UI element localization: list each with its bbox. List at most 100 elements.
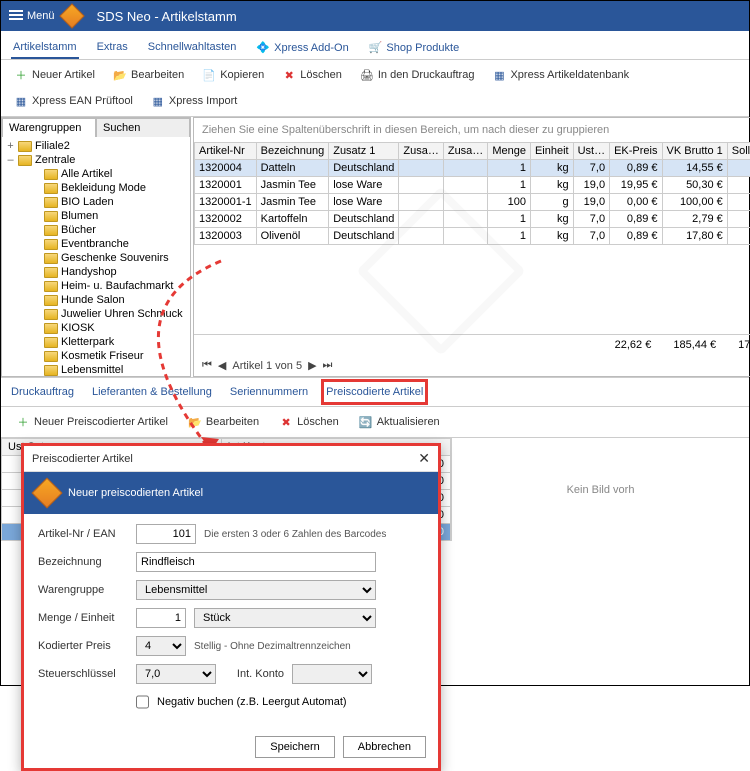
main-tab-4[interactable]: 🛒Shop Produkte	[367, 37, 461, 59]
toolbar-btn-0[interactable]: ＋Neuer Artikel	[7, 64, 102, 86]
tree-tab-warengruppen[interactable]: Warengruppen	[2, 118, 96, 137]
subtoolbar-btn-3[interactable]: 🔄Aktualisieren	[352, 411, 447, 433]
intk-label: Int. Konto	[224, 668, 284, 680]
grid-col-header[interactable]: Ust…	[573, 143, 610, 160]
kp-label: Kodierter Preis	[38, 640, 128, 652]
pager-prev-icon[interactable]: ◀	[218, 359, 226, 372]
toolbar-btn-5[interactable]: ▦Xpress Artikeldatenbank	[485, 64, 636, 86]
pager[interactable]: ⏮ ◀ Artikel 1 von 5 ▶ ⏭	[194, 355, 750, 376]
grid-col-header[interactable]: Zusatz 1	[329, 143, 399, 160]
tree-node[interactable]: Geschenke Souvenirs	[4, 251, 188, 265]
tree-node[interactable]: Lebensmittel	[4, 363, 188, 376]
tree-node[interactable]: Heim- u. Baufachmarkt	[4, 279, 188, 293]
grid-col-header[interactable]: Einheit	[530, 143, 573, 160]
table-row[interactable]: 1320001-1Jasmin Teelose Ware100g19,00,00…	[195, 194, 750, 211]
sub-tab-1[interactable]: Lieferanten & Bestellung	[92, 384, 212, 400]
dialog-header: Neuer preiscodierten Artikel	[68, 487, 203, 499]
tree-node[interactable]: Handyshop	[4, 265, 188, 279]
menu-button[interactable]: Menü	[9, 10, 55, 22]
menge-label: Menge / Einheit	[38, 612, 128, 624]
main-tabs: Artikelstamm Extras Schnellwahltasten 💠Xpre…	[1, 31, 749, 60]
intk-select[interactable]	[292, 664, 372, 684]
price-coded-dialog: Preiscodierter Artikel ✕ Neuer preiscodi…	[21, 443, 441, 771]
group-hint: Ziehen Sie eine Spaltenüberschrift in di…	[194, 118, 750, 142]
toolbar-btn-4[interactable]: 🖨In den Druckauftrag	[353, 64, 482, 86]
titlebar: Menü SDS Neo - Artikelstamm	[1, 1, 749, 31]
tree-node[interactable]: Kletterpark	[4, 335, 188, 349]
tree-node[interactable]: Blumen	[4, 209, 188, 223]
toolbar-btn-7[interactable]: ▦Xpress Import	[144, 90, 244, 112]
sub-tab-0[interactable]: Druckauftrag	[11, 384, 74, 400]
tree-node[interactable]: Eventbranche	[4, 237, 188, 251]
tree-panel: Warengruppen Suchen +Filiale2–ZentraleAl…	[1, 117, 191, 377]
save-button[interactable]: Speichern	[255, 736, 335, 758]
pager-last-icon[interactable]: ⏭	[323, 359, 333, 372]
pager-first-icon[interactable]: ⏮	[202, 359, 212, 372]
bez-input[interactable]	[136, 552, 376, 572]
grid-col-header[interactable]: Zusa…	[443, 143, 487, 160]
grid-col-header[interactable]: Bezeichnung	[256, 143, 329, 160]
menge-input[interactable]	[136, 608, 186, 628]
grid-col-header[interactable]: Soll…	[727, 143, 750, 160]
wg-select[interactable]: Lebensmittel	[136, 580, 376, 600]
pager-next-icon[interactable]: ▶	[308, 359, 316, 372]
kp-select[interactable]: 4	[136, 636, 186, 656]
subtoolbar-btn-0[interactable]: ＋Neuer Preiscodierter Artikel	[9, 411, 175, 433]
table-row[interactable]: 1320001Jasmin Teelose Ware1kg19,019,95 €…	[195, 177, 750, 194]
sub-toolbar: ＋Neuer Preiscodierter Artikel 📂Bearbeiten…	[1, 407, 749, 438]
app-title: SDS Neo - Artikelstamm	[97, 9, 237, 24]
sub-tab-2[interactable]: Seriennummern	[230, 384, 308, 400]
subtoolbar-btn-1[interactable]: 📂Bearbeiten	[181, 411, 266, 433]
tree-list[interactable]: +Filiale2–ZentraleAlle ArtikelBekleidung…	[2, 137, 190, 376]
wg-label: Warengruppe	[38, 584, 128, 596]
bez-label: Bezeichnung	[38, 556, 128, 568]
menu-label: Menü	[27, 10, 55, 22]
main-tab-0[interactable]: Artikelstamm	[11, 37, 79, 59]
grid-col-header[interactable]: Zusa…	[399, 143, 443, 160]
tree-node[interactable]: +Filiale2	[4, 139, 188, 153]
grid-col-header[interactable]: EK-Preis	[610, 143, 662, 160]
tree-node[interactable]: Bücher	[4, 223, 188, 237]
dialog-logo-icon	[31, 477, 62, 508]
grid-col-header[interactable]: Artikel-Nr	[195, 143, 257, 160]
dialog-window-title: Preiscodierter Artikel	[32, 453, 133, 465]
tree-node[interactable]: Kosmetik Friseur	[4, 349, 188, 363]
st-label: Steuerschlüssel	[38, 668, 128, 680]
toolbar-btn-3[interactable]: ✖Löschen	[275, 64, 349, 86]
tree-node[interactable]: Juwelier Uhren Schmuck	[4, 307, 188, 321]
main-tab-1[interactable]: Extras	[95, 37, 130, 59]
sub-tab-3[interactable]: Preiscodierte Artikel	[326, 384, 423, 400]
neg-checkbox[interactable]	[136, 692, 149, 712]
table-row[interactable]: 1320004DattelnDeutschland1kg7,00,89 €14,…	[195, 160, 750, 177]
tree-tabs: Warengruppen Suchen	[2, 118, 190, 137]
app-logo-icon	[59, 3, 84, 28]
subtoolbar-btn-2[interactable]: ✖Löschen	[272, 411, 346, 433]
artnr-label: Artikel-Nr / EAN	[38, 528, 128, 540]
main-tab-2[interactable]: Schnellwahltasten	[146, 37, 239, 59]
st-select[interactable]: 7,0	[136, 664, 216, 684]
toolbar-btn-2[interactable]: 📄Kopieren	[195, 64, 271, 86]
tree-node[interactable]: Bekleidung Mode	[4, 181, 188, 195]
grid-col-header[interactable]: VK Brutto 1	[662, 143, 727, 160]
einheit-select[interactable]: Stück	[194, 608, 376, 628]
sub-tabs: Druckauftrag Lieferanten & Bestellung Seri…	[1, 377, 749, 407]
image-panel: Kein Bild vorh	[451, 438, 749, 541]
kp-hint: Stellig - Ohne Dezimaltrennzeichen	[194, 641, 351, 652]
tree-node[interactable]: –Zentrale	[4, 153, 188, 167]
main-toolbar: ＋Neuer Artikel📂Bearbeiten📄Kopieren✖Lösch…	[1, 60, 749, 117]
toolbar-btn-1[interactable]: 📂Bearbeiten	[106, 64, 191, 86]
close-icon[interactable]: ✕	[418, 450, 430, 467]
tree-node[interactable]: Hunde Salon	[4, 293, 188, 307]
tree-node[interactable]: KIOSK	[4, 321, 188, 335]
neg-label: Negativ buchen (z.B. Leergut Automat)	[157, 696, 347, 708]
toolbar-btn-6[interactable]: ▦Xpress EAN Prüftool	[7, 90, 140, 112]
tree-node[interactable]: BIO Laden	[4, 195, 188, 209]
tree-node[interactable]: Alle Artikel	[4, 167, 188, 181]
grid-sum-row: 22,62 €185,44 €17200	[194, 334, 750, 355]
cancel-button[interactable]: Abbrechen	[343, 736, 426, 758]
main-tab-3[interactable]: 💠Xpress Add-On	[254, 37, 350, 59]
artnr-input[interactable]	[136, 524, 196, 544]
tree-tab-suchen[interactable]: Suchen	[96, 118, 190, 137]
pager-text: Artikel 1 von 5	[232, 360, 302, 372]
grid-col-header[interactable]: Menge	[488, 143, 531, 160]
